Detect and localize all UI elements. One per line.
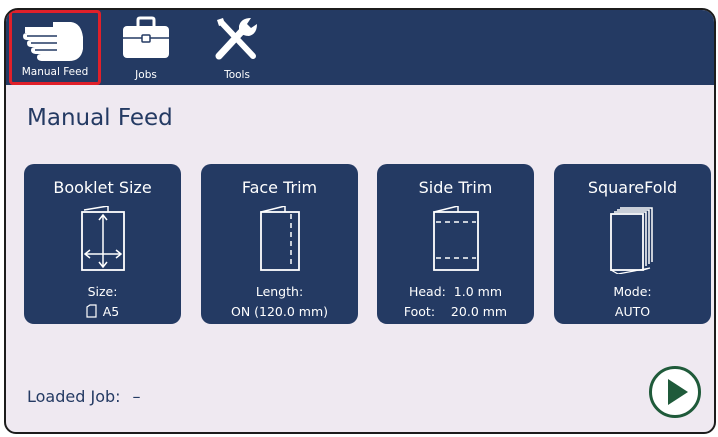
card-label: Head: 1.0 mm xyxy=(408,284,503,299)
booklet-size-icon xyxy=(78,205,128,278)
booklet-size-card[interactable]: Booklet Size Size: A5 xyxy=(24,164,181,324)
card-label: Length: xyxy=(255,284,304,299)
card-title: Side Trim xyxy=(418,178,493,197)
play-icon xyxy=(649,366,701,418)
tab-manual-feed[interactable]: Manual Feed xyxy=(9,10,101,85)
card-label: Size: xyxy=(87,284,118,299)
loaded-job-status: Loaded Job: – xyxy=(27,387,141,406)
loaded-job-label: Loaded Job: xyxy=(27,387,121,406)
page-title: Manual Feed xyxy=(27,105,173,131)
side-trim-card[interactable]: Side Trim Head: 1.0 mm Foot: 20.0 mm xyxy=(377,164,534,324)
squarefold-card[interactable]: SquareFold Mode: AUTO xyxy=(554,164,711,324)
hand-icon xyxy=(23,19,87,69)
tab-tools[interactable]: Tools xyxy=(202,10,272,85)
app-window: Manual Feed Jobs Tools Manual Feed Bookl… xyxy=(4,8,716,434)
face-trim-icon xyxy=(255,205,305,278)
card-value: AUTO xyxy=(614,304,651,319)
start-button[interactable] xyxy=(648,365,702,419)
tools-icon xyxy=(213,16,261,66)
top-nav-bar: Manual Feed Jobs Tools xyxy=(6,10,714,85)
tab-label: Tools xyxy=(224,69,250,81)
card-label: Mode: xyxy=(613,284,652,299)
card-value: ON (120.0 mm) xyxy=(230,304,329,319)
card-value: Foot: 20.0 mm xyxy=(403,304,508,319)
side-trim-icon xyxy=(428,205,484,278)
tab-label: Jobs xyxy=(135,69,157,81)
card-title: Face Trim xyxy=(241,178,318,197)
card-value: A5 xyxy=(24,304,181,319)
tab-jobs[interactable]: Jobs xyxy=(114,10,178,85)
briefcase-icon xyxy=(121,16,171,64)
settings-cards: Booklet Size Size: A5 Face Trim Length: … xyxy=(24,164,711,326)
booklet-size-value: A5 xyxy=(102,304,120,319)
tab-label: Manual Feed xyxy=(21,66,89,78)
page-size-icon xyxy=(86,304,97,318)
face-trim-card[interactable]: Face Trim Length: ON (120.0 mm) xyxy=(201,164,358,324)
loaded-job-value: – xyxy=(132,387,141,406)
card-title: Booklet Size xyxy=(53,178,152,197)
squarefold-icon xyxy=(606,206,660,278)
card-title: SquareFold xyxy=(587,178,678,197)
